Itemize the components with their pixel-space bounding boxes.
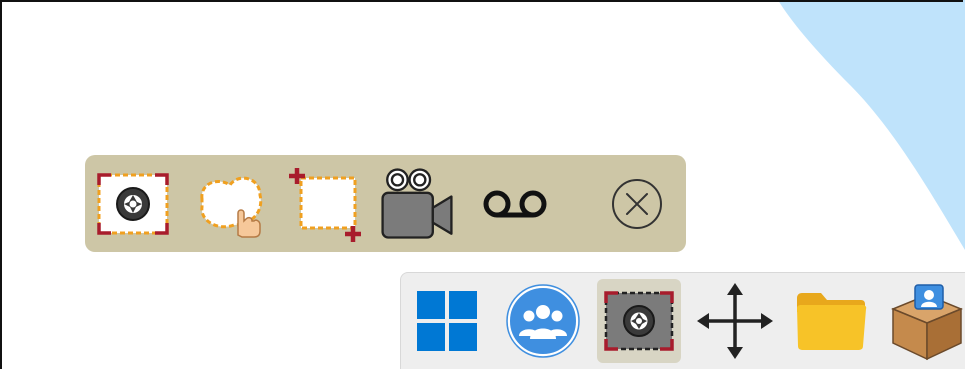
people-group-icon bbox=[506, 284, 580, 358]
crop-region-icon bbox=[289, 168, 361, 242]
close-toolbar-button[interactable] bbox=[597, 165, 677, 243]
voicemail-icon bbox=[483, 190, 547, 218]
video-camera-icon bbox=[381, 168, 453, 239]
freeform-hand-icon bbox=[200, 176, 263, 238]
folder-icon bbox=[797, 293, 867, 350]
screen-capture-taskbar-button[interactable] bbox=[597, 279, 681, 363]
file-explorer-button[interactable] bbox=[789, 279, 873, 363]
people-button[interactable] bbox=[501, 279, 585, 363]
taskbar bbox=[400, 272, 965, 369]
move-button[interactable] bbox=[693, 279, 777, 363]
freeform-capture-button[interactable] bbox=[188, 165, 268, 243]
region-capture-button[interactable] bbox=[287, 165, 367, 243]
fullscreen-capture-button[interactable] bbox=[93, 165, 173, 243]
package-box-icon bbox=[891, 284, 963, 361]
camera-aperture-icon bbox=[97, 173, 169, 235]
video-record-button[interactable] bbox=[377, 165, 457, 243]
audio-record-button[interactable] bbox=[475, 165, 555, 243]
start-button[interactable] bbox=[405, 279, 489, 363]
close-circle-icon bbox=[612, 179, 662, 229]
move-arrows-icon bbox=[697, 283, 773, 359]
camera-aperture-icon bbox=[604, 291, 674, 351]
package-installer-button[interactable] bbox=[885, 279, 965, 363]
capture-toolbar bbox=[85, 155, 686, 252]
windows-logo-icon bbox=[417, 291, 477, 351]
